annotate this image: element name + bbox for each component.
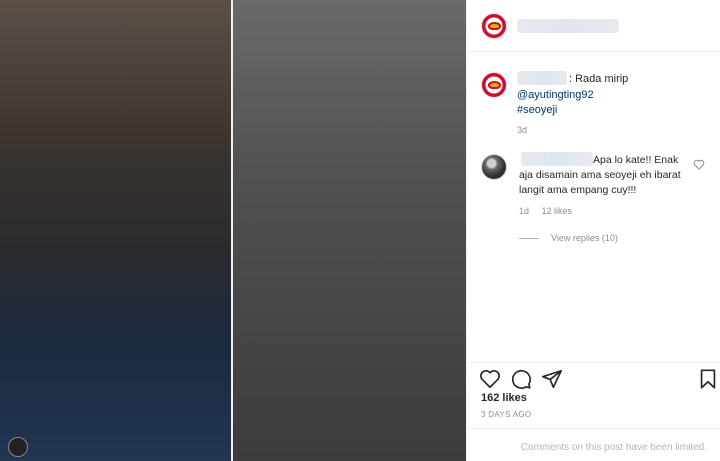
- author-name-blurred[interactable]: [517, 19, 619, 33]
- likes-count[interactable]: 162 likes: [481, 392, 527, 404]
- caption-avatar[interactable]: [481, 72, 507, 98]
- comment-bubble-icon[interactable]: [510, 368, 532, 390]
- caption-mention-link[interactable]: @ayutingting92: [517, 89, 594, 101]
- comments-limited-notice: Comments on this post have been limited.: [467, 428, 720, 461]
- bookmark-icon[interactable]: [697, 368, 719, 390]
- caption-username-blurred[interactable]: [517, 71, 567, 85]
- post-photo[interactable]: [0, 0, 466, 461]
- heart-icon[interactable]: [479, 368, 501, 390]
- tagged-user-icon[interactable]: [8, 437, 28, 457]
- author-avatar[interactable]: [481, 13, 507, 39]
- photo-left-portrait: [0, 0, 232, 461]
- caption-hashtag-link[interactable]: #seoyeji: [517, 104, 557, 116]
- view-replies-button[interactable]: View replies (10): [519, 233, 618, 243]
- comments-section: : Rada mirip @ayutingting92 #seoyeji 3d …: [467, 52, 720, 362]
- comment-likes[interactable]: 12 likes: [542, 206, 573, 216]
- caption-timestamp[interactable]: 3d: [517, 125, 527, 135]
- caption-text: : Rada mirip: [569, 73, 629, 85]
- heart-outline-small-icon[interactable]: [693, 159, 705, 170]
- comment-timestamp[interactable]: 1d: [519, 206, 529, 216]
- photo-right-portrait: [232, 0, 466, 461]
- comment-meta: 1d 12 likes: [519, 206, 582, 216]
- action-bar: [467, 362, 720, 392]
- photo-divider: [231, 0, 233, 461]
- view-replies-label: View replies (10): [551, 233, 618, 243]
- post-header: [467, 0, 720, 52]
- post-side-panel: : Rada mirip @ayutingting92 #seoyeji 3d …: [466, 0, 720, 461]
- commenter-avatar[interactable]: [481, 154, 507, 180]
- comment-text: Apa lo kate!! Enak aja disamain ama seoy…: [519, 154, 681, 196]
- post-date[interactable]: 3 DAYS AGO: [481, 410, 531, 419]
- replies-line: [519, 237, 539, 239]
- paper-plane-icon[interactable]: [541, 368, 563, 390]
